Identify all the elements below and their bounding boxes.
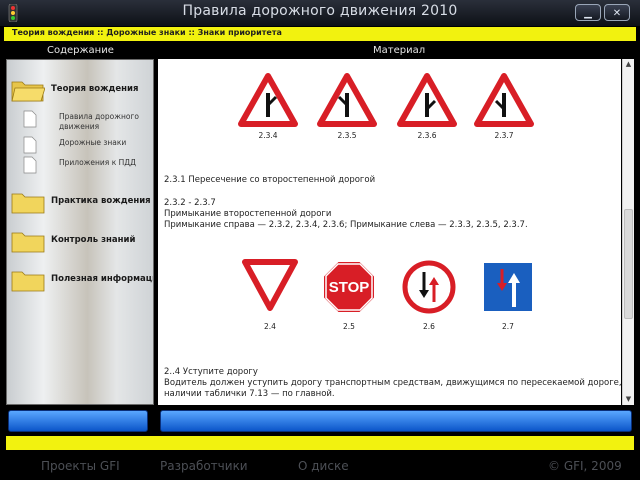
sign-caption: 2.3.4 bbox=[258, 131, 278, 140]
paragraph-2-4-line2: наличии таблички 7.13 — по главной. bbox=[164, 389, 335, 399]
folder-open-icon bbox=[11, 81, 45, 102]
document-icon bbox=[23, 136, 37, 154]
sign-2-3-4-icon bbox=[238, 73, 298, 127]
sidebar-item-knowledge[interactable]: Контроль знаний bbox=[11, 223, 151, 257]
sidebar-subitem-label: Правила дорожного движения bbox=[59, 112, 139, 131]
sign-caption: 2.3.7 bbox=[494, 131, 514, 140]
scroll-thumb[interactable] bbox=[624, 209, 633, 319]
content-scrollbar[interactable]: ▲ ▼ bbox=[622, 59, 634, 405]
sidebar-item-theory[interactable]: Теория вождения bbox=[11, 72, 151, 106]
sign-caption: 2.4 bbox=[264, 322, 276, 331]
content-bottom-bar bbox=[160, 410, 632, 432]
sidebar-item-label: Теория вождения bbox=[51, 84, 139, 94]
sign-caption: 2.7 bbox=[502, 322, 514, 331]
minimize-button[interactable]: ▁ bbox=[575, 4, 601, 21]
sidebar: Теория вождения Правила дорожного движен… bbox=[6, 59, 154, 405]
breadcrumb-bar: Теория вождения :: Дорожные знаки :: Зна… bbox=[4, 27, 636, 41]
sign-caption: 2.5 bbox=[343, 322, 355, 331]
sidebar-item-practice[interactable]: Практика вождения bbox=[11, 184, 151, 218]
material-header: Материал bbox=[373, 45, 426, 56]
copyright: © GFI, 2009 bbox=[548, 459, 622, 473]
scroll-up-icon[interactable]: ▲ bbox=[623, 59, 634, 70]
document-icon bbox=[23, 156, 37, 174]
material-content: 2.3.4 2.3.5 2.3.6 2.3.7 2.3.1 Пересечени… bbox=[158, 59, 621, 405]
stop-text: STOP bbox=[329, 279, 370, 296]
sign-caption: 2.3.6 bbox=[417, 131, 437, 140]
sidebar-item-label: Практика вождения bbox=[51, 196, 151, 206]
sidebar-item-label: Контроль знаний bbox=[51, 235, 136, 245]
sign-2-3-7-icon bbox=[474, 73, 534, 127]
sidebar-subitem-label: Приложения к ПДД bbox=[59, 158, 136, 167]
footer: Проекты GFI Разработчики О диске © GFI, … bbox=[0, 452, 640, 480]
document-icon bbox=[23, 110, 37, 128]
footer-link-about-disc[interactable]: О диске bbox=[298, 459, 349, 473]
sign-2-3-6-icon bbox=[397, 73, 457, 127]
sign-2-3-5-icon bbox=[317, 73, 377, 127]
paragraph-2-4-line1: Водитель должен уступить дорогу транспор… bbox=[164, 378, 621, 388]
scroll-down-icon[interactable]: ▼ bbox=[623, 394, 634, 405]
sign-2-5-stop-icon: STOP bbox=[322, 260, 376, 314]
sidebar-item-label: Полезная информация bbox=[51, 274, 154, 284]
sidebar-bottom-bar bbox=[8, 410, 148, 432]
footer-link-gfi-projects[interactable]: Проекты GFI bbox=[41, 459, 120, 473]
sign-caption: 2.3.5 bbox=[337, 131, 357, 140]
paragraph-2-3-2-line1: Примыкание второстепенной дороги bbox=[164, 209, 332, 219]
sidebar-subitem-label: Дорожные знаки bbox=[59, 138, 127, 147]
footer-link-developers[interactable]: Разработчики bbox=[160, 459, 248, 473]
paragraph-2-3-2-line2: Примыкание справа — 2.3.2, 2.3.4, 2.3.6;… bbox=[164, 220, 528, 230]
sidebar-item-useful-info[interactable]: Полезная информация bbox=[11, 262, 154, 296]
sign-2-4-yield-icon bbox=[242, 259, 298, 311]
sign-2-6-oncoming-priority-icon bbox=[402, 260, 456, 314]
breadcrumb: Теория вождения :: Дорожные знаки :: Зна… bbox=[12, 28, 282, 37]
sign-2-7-priority-over-oncoming-icon bbox=[482, 261, 534, 313]
window-title: Правила дорожного движения 2010 bbox=[182, 3, 458, 19]
paragraph-2-3-2-title: 2.3.2 - 2.3.7 bbox=[164, 198, 216, 208]
folder-icon bbox=[11, 271, 45, 292]
paragraph-2-4-title: 2..4 Уступите дорогу bbox=[164, 367, 258, 377]
contents-header: Содержание bbox=[47, 45, 114, 56]
folder-icon bbox=[11, 193, 45, 214]
close-button[interactable]: ✕ bbox=[604, 4, 630, 21]
folder-icon bbox=[11, 232, 45, 253]
sign-caption: 2.6 bbox=[423, 322, 435, 331]
title-bar: Правила дорожного движения 2010 ▁ ✕ bbox=[0, 0, 640, 26]
paragraph-2-3-1: 2.3.1 Пересечение со второстепенной доро… bbox=[164, 175, 376, 185]
bottom-accent-bar bbox=[6, 436, 634, 450]
